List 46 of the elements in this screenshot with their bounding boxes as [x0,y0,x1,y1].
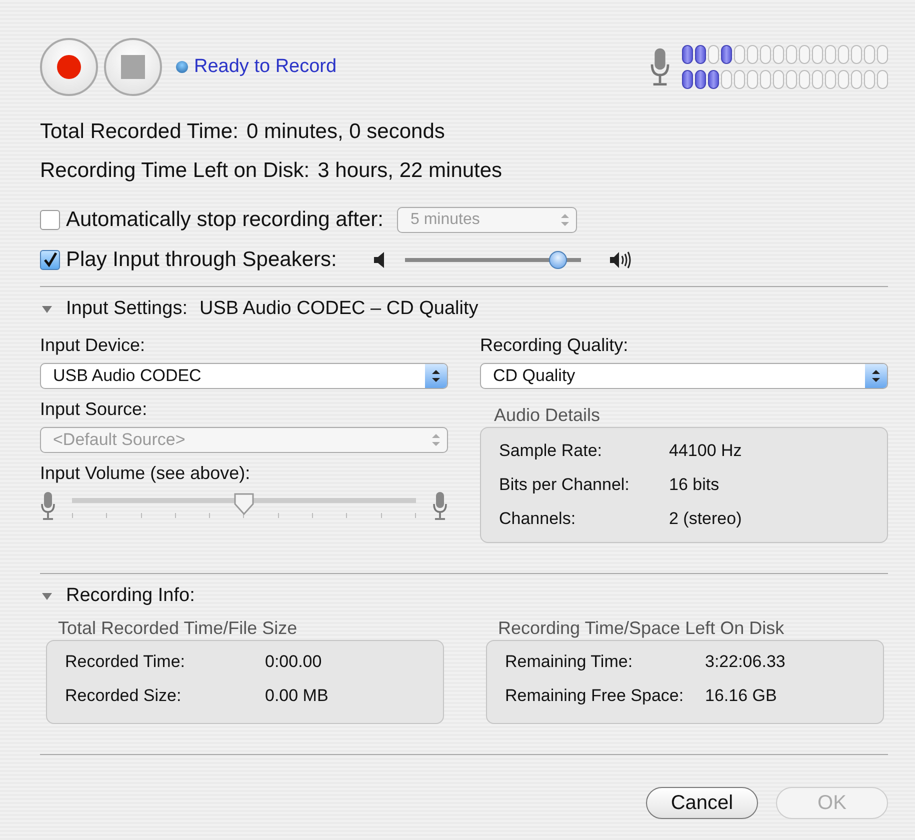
detail-value: 2 (stereo) [669,509,742,529]
checkbox-label: Automatically stop recording after: [66,208,384,232]
group-title: Total Recorded Time/File Size [58,618,298,638]
device-popup[interactable]: USB Audio CODEC [40,363,448,389]
section-title: Input Settings: [66,298,188,320]
slider-thumb[interactable] [233,492,255,516]
summary-value: 0 minutes, 0 seconds [246,120,445,144]
info-value: 0.00 MB [265,686,328,706]
up-down-arrows-icon [871,369,881,383]
microphone-icon [40,491,56,521]
summary-value: 3 hours, 22 minutes [318,158,502,182]
dialog-button[interactable]: Cancel [646,787,758,819]
summary-label: Recording Time Left on Disk: [40,158,310,182]
group-title: Audio Details [494,405,602,425]
field-label: Input Volume (see above): [40,462,252,485]
info-label: Recorded Time: [65,652,186,672]
speaker-low-icon [372,251,387,269]
detail-value: 44100 Hz [669,441,742,461]
up-down-arrows-icon [560,213,570,227]
info-value: 3:22:06.33 [705,652,786,672]
speaker-loud-icon [608,251,631,269]
info-label: Remaining Time: [505,652,634,672]
field-label: Input Source: [40,398,148,421]
group-title: Recording Time/Space Left On Disk [498,618,786,638]
summary-label: Total Recorded Time: [40,120,238,144]
field-label: Recording Quality: [480,334,630,357]
detail-label: Bits per Channel: [499,475,630,495]
checkbox-label: Play Input through Speakers: [66,248,337,272]
up-down-arrows-icon [431,369,441,383]
section-title: Recording Info: [66,585,195,607]
info-label: Recorded Size: [65,686,182,706]
quality-popup[interactable]: CD Quality [480,363,888,389]
microphone-icon [648,47,672,87]
info-value: 0:00.00 [265,652,322,672]
field-label: Input Device: [40,334,146,357]
info-value: 16.16 GB [705,686,777,706]
status-text: Ready to Record [194,56,337,78]
status-light-icon [176,61,188,73]
up-down-arrows-icon [431,433,441,447]
detail-label: Channels: [499,509,577,529]
detail-label: Sample Rate: [499,441,603,461]
info-label: Remaining Free Space: [505,686,685,706]
microphone-icon [432,491,448,521]
section-summary: USB Audio CODEC – CD Quality [199,298,478,320]
checkbox[interactable] [40,250,60,270]
detail-value: 16 bits [669,475,720,495]
